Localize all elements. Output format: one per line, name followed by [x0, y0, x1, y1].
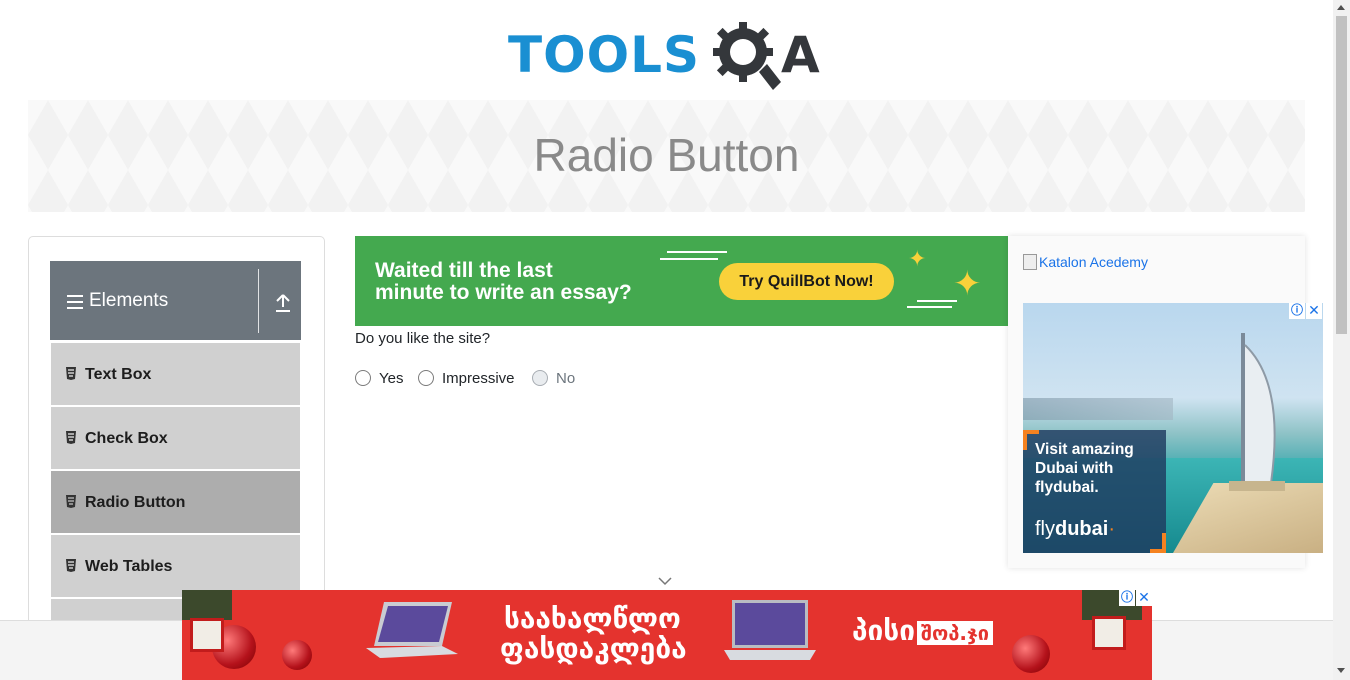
- sidebar-group-elements[interactable]: Elements: [50, 261, 301, 340]
- toolsqa-logo[interactable]: TOOLS A: [505, 14, 835, 94]
- logo-text: TOOLS: [508, 26, 700, 84]
- ad-deco-line: [660, 258, 718, 260]
- sparkle-icon: ✦: [908, 246, 927, 271]
- radio-label[interactable]: Yes: [379, 370, 403, 387]
- sidebar-item-label: Text Box: [85, 366, 152, 383]
- laptop-image: [366, 602, 458, 658]
- question-label: Do you like the site?: [355, 330, 491, 347]
- sparkle-icon: ✦: [953, 265, 982, 303]
- html-doc-icon: [66, 431, 76, 444]
- sidebar-item-label: Check Box: [85, 430, 168, 447]
- bracket-decor: [1162, 533, 1166, 553]
- radio-no: No: [532, 369, 592, 389]
- quillbot-ad[interactable]: Waited till the last minute to write an …: [355, 236, 1008, 326]
- close-icon[interactable]: ✕: [1136, 590, 1152, 606]
- flydubai-ad[interactable]: Visit amazing Dubai with flydubai. flydu…: [1023, 303, 1323, 553]
- radio-label[interactable]: Impressive: [442, 370, 515, 387]
- ad-text: Visit amazing Dubai with flydubai.: [1035, 441, 1134, 496]
- adchoices-icon[interactable]: ⓘ: [1289, 303, 1305, 319]
- gift-box-decor: [1092, 616, 1126, 650]
- html-doc-icon: [66, 495, 76, 508]
- scroll-down-icon[interactable]: [1337, 668, 1345, 673]
- ad-skyline: [1023, 398, 1173, 420]
- sidebar-group-title: Elements: [89, 290, 169, 311]
- chevron-down-icon[interactable]: [658, 576, 672, 586]
- sidebar-item-web-tables[interactable]: Web Tables: [51, 535, 300, 597]
- sidebar-item-text-box[interactable]: Text Box: [51, 343, 300, 405]
- radio-circle[interactable]: [418, 370, 434, 386]
- ornament-decor: [282, 640, 312, 670]
- katalon-academy-link[interactable]: Katalon Acedemy: [1023, 254, 1148, 270]
- ad-deco-line: [917, 300, 957, 302]
- flydubai-logo: flydubai·: [1035, 518, 1116, 540]
- radio-circle[interactable]: [355, 370, 371, 386]
- sidebar-item-label: Web Tables: [85, 558, 173, 575]
- radio-yes[interactable]: Yes: [355, 369, 415, 389]
- brand-logo: პისი შოპ.ჯი: [852, 614, 994, 647]
- sidebar-item-radio-button[interactable]: Radio Button: [51, 471, 300, 533]
- logo-text-end: A: [781, 26, 820, 84]
- scrollbar-thumb[interactable]: [1336, 16, 1347, 334]
- adchoices-icon[interactable]: ⓘ: [1119, 590, 1135, 606]
- ad-text-card: Visit amazing Dubai with flydubai. flydu…: [1023, 430, 1166, 553]
- ad-deco-line: [667, 251, 727, 253]
- ad-headline-line1: საახალწლო: [504, 602, 681, 635]
- radio-label: No: [556, 370, 576, 387]
- menu-icon: [67, 295, 83, 313]
- header-divider: [258, 269, 259, 333]
- radio-circle: [532, 370, 548, 386]
- page-header-banner: Radio Button: [28, 100, 1305, 212]
- ad-headline: Waited till the last minute to write an …: [375, 259, 632, 304]
- ad-deco-line: [907, 306, 952, 308]
- upload-icon[interactable]: [274, 293, 292, 313]
- ad-cta-button[interactable]: Try QuillBot Now!: [719, 263, 894, 300]
- ad-headline-line2: ფასდაკლება: [500, 632, 687, 665]
- laptop-image: [724, 600, 816, 660]
- sidebar-item-check-box[interactable]: Check Box: [51, 407, 300, 469]
- radio-impressive[interactable]: Impressive: [418, 369, 528, 389]
- bottom-ad[interactable]: საახალწლო ფასდაკლება პისი შოპ.ჯი ⓘ ✕: [182, 590, 1152, 680]
- burj-al-arab-image: [1229, 333, 1285, 491]
- vertical-scrollbar[interactable]: [1333, 0, 1350, 680]
- ornament-decor: [1012, 635, 1050, 673]
- sidebar-item-label: Radio Button: [85, 494, 186, 511]
- gear-magnifier-icon: [713, 22, 781, 90]
- gift-box-decor: [190, 618, 224, 652]
- katalon-alt-text: Katalon Acedemy: [1039, 254, 1148, 270]
- scroll-up-icon[interactable]: [1337, 5, 1345, 10]
- broken-image-icon: [1023, 254, 1037, 270]
- page-title: Radio Button: [533, 129, 800, 181]
- pine-decor: [182, 590, 232, 620]
- close-icon[interactable]: ✕: [1306, 303, 1322, 319]
- html-doc-icon: [66, 367, 76, 380]
- html-doc-icon: [66, 559, 76, 572]
- bracket-decor: [1023, 430, 1027, 450]
